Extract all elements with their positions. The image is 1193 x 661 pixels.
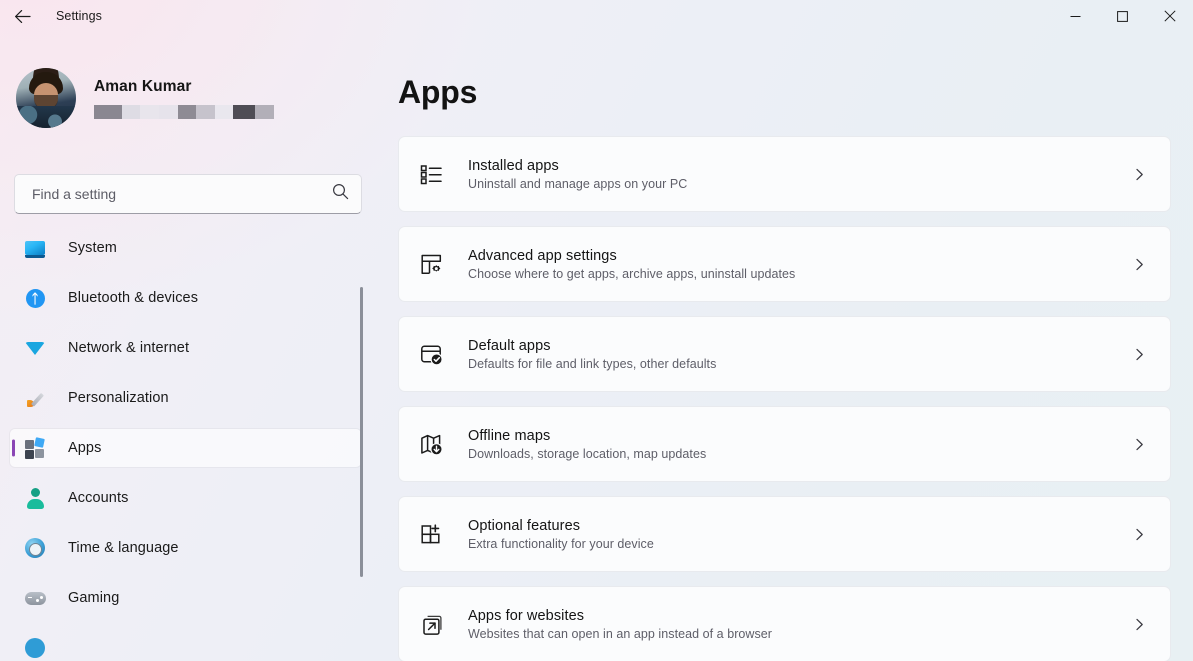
sidebar-item-label: Time & language <box>68 540 179 556</box>
search-box[interactable] <box>14 174 362 214</box>
chevron-right-icon <box>1126 431 1152 457</box>
sidebar-item-label: Personalization <box>68 390 169 406</box>
grid-plus-icon <box>418 521 444 547</box>
title-bar: Settings <box>0 0 1193 32</box>
account-summary[interactable]: Aman Kumar <box>16 68 275 128</box>
chevron-right-icon <box>1126 161 1152 187</box>
settings-card-optional-features[interactable]: Optional features Extra functionality fo… <box>398 496 1171 572</box>
card-subtitle: Defaults for file and link types, other … <box>468 356 717 371</box>
close-button[interactable] <box>1146 0 1193 32</box>
search-icon <box>332 183 349 205</box>
settings-card-installed-apps[interactable]: Installed apps Uninstall and manage apps… <box>398 136 1171 212</box>
card-subtitle: Websites that can open in an app instead… <box>468 626 772 641</box>
sidebar-item-label: Bluetooth & devices <box>68 290 199 306</box>
search-input[interactable] <box>32 186 326 202</box>
card-title: Advanced app settings <box>468 247 617 264</box>
sidebar-item-label: Apps <box>68 440 102 456</box>
monitor-icon <box>24 237 46 259</box>
app-title: Settings <box>56 9 102 23</box>
card-text: Default apps Defaults for file and link … <box>468 338 716 371</box>
page-title: Apps <box>398 74 478 110</box>
card-title: Default apps <box>468 337 551 354</box>
accessibility-icon <box>24 637 46 659</box>
apps-grid-icon <box>24 436 46 459</box>
paintbrush-icon <box>24 387 46 409</box>
external-link-icon <box>418 611 444 637</box>
sidebar: Aman Kumar Find a setting System ᛏ Bluet… <box>0 32 375 661</box>
account-email-redacted <box>94 104 275 119</box>
maximize-icon <box>1117 10 1128 22</box>
close-icon <box>1163 10 1176 22</box>
clock-globe-icon <box>24 537 46 559</box>
sidebar-item-label: Network & internet <box>68 340 190 356</box>
sidebar-item-time-language[interactable]: Time & language <box>10 529 361 567</box>
window-controls <box>1052 0 1193 32</box>
card-subtitle: Uninstall and manage apps on your PC <box>468 176 688 191</box>
sidebar-scrollbar[interactable] <box>360 287 363 577</box>
sidebar-item-system[interactable]: System <box>10 229 361 267</box>
selection-indicator <box>12 439 15 457</box>
settings-window: Settings Aman Kumar Find a setting Syste… <box>0 0 1193 661</box>
card-subtitle: Downloads, storage location, map updates <box>468 446 707 461</box>
chevron-right-icon <box>1126 341 1152 367</box>
avatar <box>16 68 76 128</box>
card-title: Apps for websites <box>468 607 585 624</box>
card-text: Optional features Extra functionality fo… <box>468 518 654 551</box>
avatar-shirt <box>16 106 76 128</box>
minimize-button[interactable] <box>1052 0 1099 32</box>
list-bullets-icon <box>418 161 444 187</box>
account-name: Aman Kumar <box>94 77 192 95</box>
card-title: Installed apps <box>468 157 559 174</box>
sidebar-item-accounts[interactable]: Accounts <box>10 479 361 517</box>
sidebar-item-label: System <box>68 240 117 256</box>
minimize-icon <box>1070 15 1081 17</box>
settings-card-list: Installed apps Uninstall and manage apps… <box>398 136 1171 661</box>
chevron-right-icon <box>1126 521 1152 547</box>
map-download-icon <box>418 431 444 457</box>
settings-card-advanced-app-settings[interactable]: Advanced app settings Choose where to ge… <box>398 226 1171 302</box>
back-button[interactable] <box>0 0 44 32</box>
sidebar-item-gaming[interactable]: Gaming <box>10 579 361 617</box>
sidebar-item-apps[interactable]: Apps <box>10 429 361 467</box>
sidebar-item-label: Accounts <box>68 490 129 506</box>
account-text: Aman Kumar <box>94 77 275 119</box>
sidebar-item-label: Gaming <box>68 590 120 606</box>
card-text: Offline maps Downloads, storage location… <box>468 428 706 461</box>
sidebar-item-accessibility[interactable] <box>10 629 361 661</box>
person-icon <box>24 487 46 509</box>
card-text: Advanced app settings Choose where to ge… <box>468 248 795 281</box>
settings-card-apps-for-websites[interactable]: Apps for websites Websites that can open… <box>398 586 1171 661</box>
card-title: Optional features <box>468 517 581 534</box>
card-subtitle: Extra functionality for your device <box>468 536 654 551</box>
sidebar-item-personalization[interactable]: Personalization <box>10 379 361 417</box>
maximize-button[interactable] <box>1099 0 1146 32</box>
window-check-icon <box>418 341 444 367</box>
chevron-right-icon <box>1126 251 1152 277</box>
bluetooth-icon: ᛏ <box>24 287 46 309</box>
settings-card-offline-maps[interactable]: Offline maps Downloads, storage location… <box>398 406 1171 482</box>
chevron-right-icon <box>1126 611 1152 637</box>
card-subtitle: Choose where to get apps, archive apps, … <box>468 266 796 281</box>
card-title: Offline maps <box>468 427 551 444</box>
sidebar-item-network[interactable]: Network & internet <box>10 329 361 367</box>
wifi-icon <box>24 337 46 359</box>
gamepad-icon <box>24 587 46 609</box>
layout-gear-icon <box>418 251 444 277</box>
main-content: Apps Installed apps Uninstall and manage… <box>375 32 1193 661</box>
arrow-left-icon <box>14 9 31 23</box>
sidebar-nav: System ᛏ Bluetooth & devices Network & i… <box>0 229 375 661</box>
settings-card-default-apps[interactable]: Default apps Defaults for file and link … <box>398 316 1171 392</box>
card-text: Installed apps Uninstall and manage apps… <box>468 158 687 191</box>
sidebar-item-bluetooth[interactable]: ᛏ Bluetooth & devices <box>10 279 361 317</box>
card-text: Apps for websites Websites that can open… <box>468 608 772 641</box>
